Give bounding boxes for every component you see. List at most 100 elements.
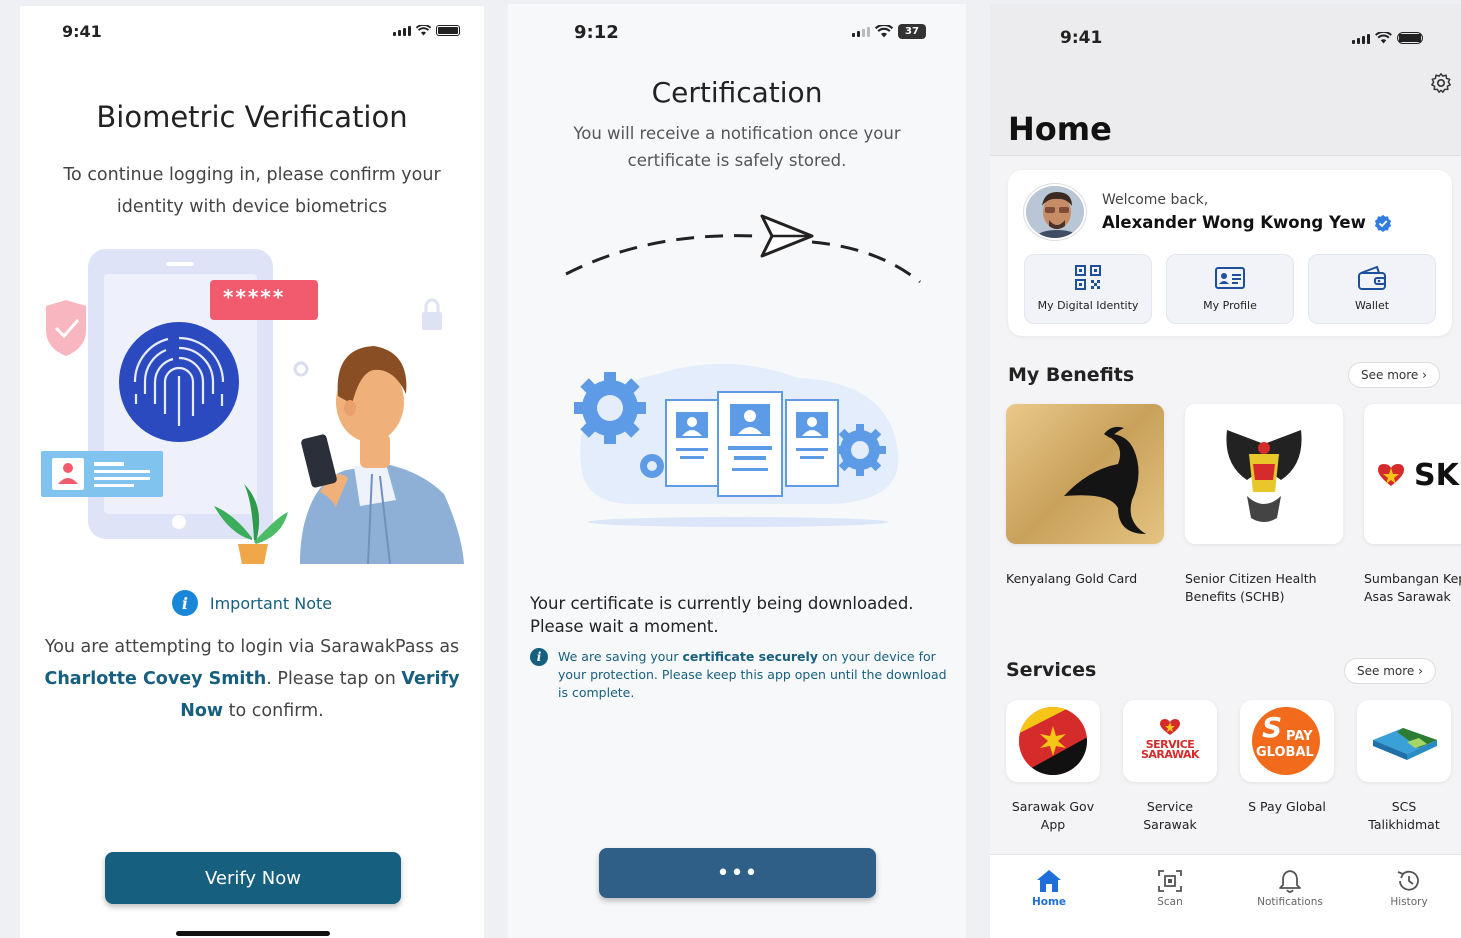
status-bar: 9:41	[990, 4, 1461, 58]
my-profile-button[interactable]: My Profile	[1166, 254, 1294, 324]
note-now-word: Now	[180, 701, 224, 721]
wallet-button[interactable]: Wallet	[1308, 254, 1436, 324]
page-subtitle: You will receive a notification once you…	[508, 120, 966, 174]
service-sarawak-logo: SERVICE SARAWAK	[1123, 700, 1217, 782]
service-s-pay-global[interactable]: S PAY GLOBAL S Pay Global	[1239, 700, 1335, 816]
note-text-3: to confirm.	[223, 701, 324, 721]
quick-action-label: My Digital Identity	[1037, 299, 1139, 312]
spay-pay-text: PAY	[1286, 729, 1313, 744]
schb-card-image	[1185, 404, 1343, 544]
tab-label: Notifications	[1257, 896, 1323, 908]
quick-action-label: Wallet	[1354, 299, 1390, 312]
important-note-header: i Important Note	[20, 590, 484, 616]
service-label: S Pay Global	[1248, 799, 1326, 814]
info-icon: i	[530, 648, 548, 666]
sarawak-flag-icon	[1019, 707, 1087, 775]
certification-screen: 9:12 37 Certification You will receive a…	[508, 4, 966, 938]
welcome-text: Welcome back,	[1102, 192, 1209, 208]
battery-icon	[1397, 32, 1423, 44]
benefit-card-kenyalang[interactable]: Kenyalang Gold Card	[1006, 404, 1164, 588]
service-sarawak-gov-app[interactable]: Sarawak Gov App	[1005, 700, 1101, 834]
service-scs-talikhidmat[interactable]: SCS Talikhidmat	[1356, 700, 1452, 834]
benefit-label: Sumbangan Keperluan Asas Sarawak	[1364, 571, 1461, 604]
status-line-2: Please wait a moment.	[530, 617, 719, 636]
page-title: Home	[1008, 110, 1112, 148]
profile-card: Welcome back, Alexander Wong Kwong Yew M…	[1008, 170, 1452, 336]
note-verify-word: Verify	[401, 669, 460, 689]
wifi-icon	[416, 25, 431, 36]
biometric-screen: 9:41 Biometric Verification To continue …	[20, 6, 484, 938]
scan-icon	[1158, 870, 1182, 892]
info-icon: i	[171, 590, 198, 616]
chevron-right-icon: ›	[1422, 368, 1427, 382]
signal-icon	[393, 25, 411, 36]
tab-label: History	[1390, 896, 1428, 908]
page-title: Biometric Verification	[96, 100, 408, 134]
service-label: SCS Talikhidmat	[1368, 799, 1440, 832]
spay-s-text: S	[1262, 711, 1283, 744]
verify-now-button[interactable]: Verify Now	[105, 852, 401, 904]
hornbill-logo-icon	[1064, 426, 1146, 534]
benefit-card-schb[interactable]: Senior Citizen Health Benefits (SCHB)	[1185, 404, 1343, 606]
service-service-sarawak[interactable]: SERVICE SARAWAK Service Sarawak	[1122, 700, 1218, 834]
avatar[interactable]	[1024, 184, 1086, 240]
my-digital-identity-button[interactable]: My Digital Identity	[1024, 254, 1152, 324]
subtitle-line-2: identity with device biometrics	[116, 197, 388, 217]
tab-scan[interactable]: Scan	[1120, 868, 1220, 908]
loading-button[interactable]: •••	[599, 848, 876, 898]
signal-icon	[1352, 33, 1370, 44]
service-label: Sarawak Gov App	[1011, 799, 1095, 832]
home-icon	[1037, 870, 1061, 892]
status-bar: 9:12 37	[508, 4, 966, 58]
status-bar: 9:41	[20, 6, 484, 60]
heart-logo-icon	[1160, 719, 1180, 735]
status-line-1: Your certificate is currently being down…	[530, 594, 914, 613]
note-user-name: Charlotte Covey Smith	[44, 669, 267, 689]
home-indicator	[176, 931, 330, 936]
paper-plane-illustration	[565, 214, 921, 284]
ska-logo-text: SK	[1414, 458, 1459, 493]
signal-icon	[852, 26, 870, 37]
info-text-1: We are saving your	[558, 649, 683, 664]
heart-logo-icon	[1378, 464, 1404, 486]
kenyalang-card-image	[1006, 404, 1164, 544]
wifi-icon	[1375, 32, 1392, 44]
page-subtitle: To continue logging in, please confirm y…	[20, 159, 484, 223]
map-logo-icon	[1373, 728, 1437, 760]
battery-icon	[436, 25, 460, 36]
tab-home[interactable]: Home	[999, 868, 1099, 908]
services-see-more-button[interactable]: See more ›	[1344, 658, 1436, 684]
logo-text-2: SARAWAK	[1140, 748, 1200, 761]
bell-icon	[1279, 870, 1301, 893]
note-line-1: You are attempting to login via SarawakP…	[44, 637, 460, 657]
services-title: Services	[1006, 659, 1097, 681]
download-status: Your certificate is currently being down…	[530, 592, 914, 638]
home-screen: 9:41 Home Welcome back, Alexander Wong K…	[990, 4, 1461, 938]
status-time: 9:41	[62, 22, 102, 41]
see-more-label: See more	[1361, 368, 1419, 382]
status-time: 9:41	[1060, 28, 1103, 48]
status-icons	[1352, 32, 1423, 44]
s-pay-global-logo: S PAY GLOBAL	[1240, 700, 1334, 782]
benefits-see-more-button[interactable]: See more ›	[1348, 362, 1440, 388]
tab-history[interactable]: History	[1359, 868, 1459, 908]
benefit-label: Senior Citizen Health Benefits (SCHB)	[1185, 571, 1317, 604]
status-icons: 37	[852, 24, 926, 39]
settings-gear-icon[interactable]	[1430, 72, 1452, 94]
info-text-bold: certificate securely	[682, 649, 818, 664]
user-name-row: Alexander Wong Kwong Yew	[1102, 213, 1392, 232]
status-time: 9:12	[574, 22, 619, 43]
important-note-title: Important Note	[209, 593, 333, 613]
tab-notifications[interactable]: Notifications	[1240, 868, 1340, 908]
save-info-text: We are saving your certificate securely …	[558, 648, 948, 702]
benefit-card-ska[interactable]: SK Sumbangan Keperluan Asas Sarawak	[1364, 404, 1461, 606]
wallet-icon	[1358, 265, 1386, 290]
sarawak-gov-app-logo	[1006, 700, 1100, 782]
quick-action-label: My Profile	[1203, 299, 1257, 312]
tab-label: Home	[1031, 896, 1067, 908]
id-card-icon	[1215, 267, 1245, 289]
wifi-icon	[875, 25, 893, 38]
see-more-label: See more	[1357, 664, 1415, 678]
subtitle-line-2: certificate is safely stored.	[627, 151, 847, 170]
note-text-2: . Please tap on	[266, 669, 402, 689]
